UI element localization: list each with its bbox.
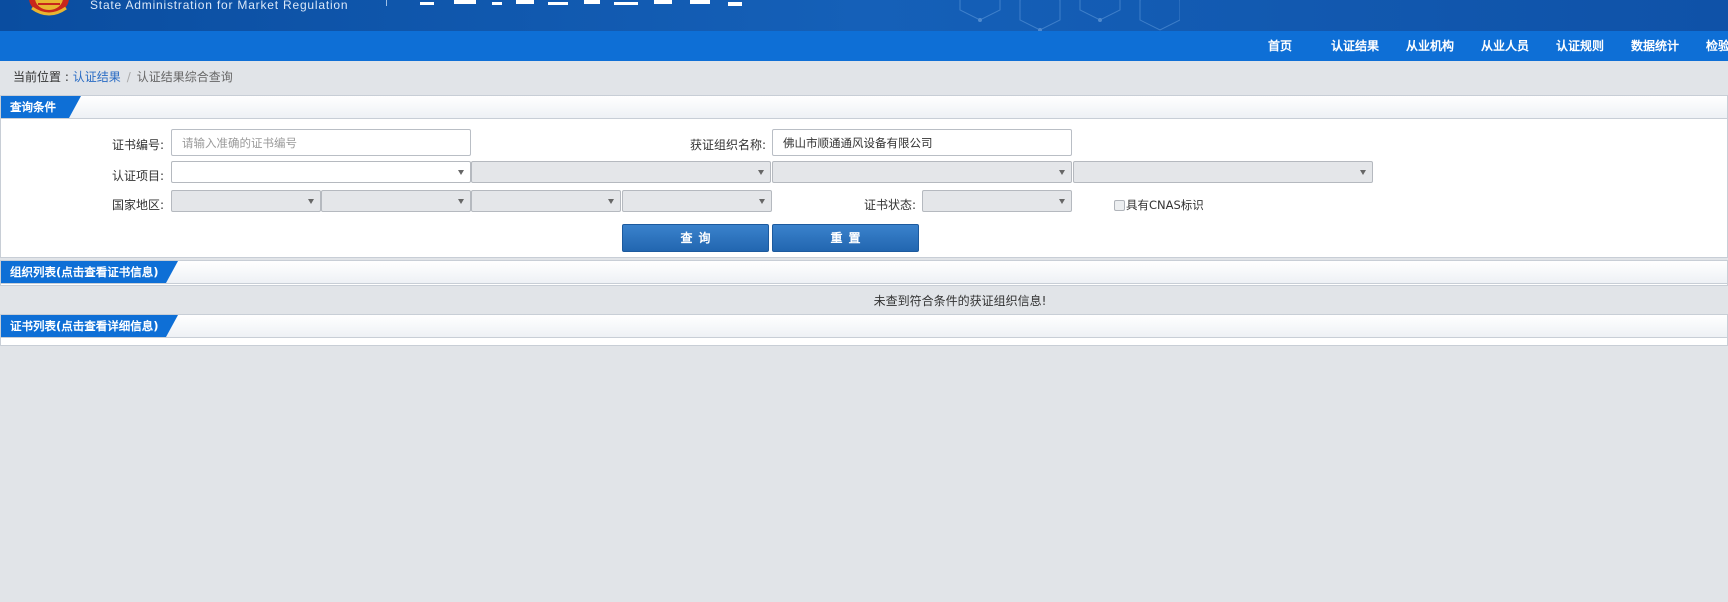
nav-item-personnel[interactable]: 从业人员 — [1481, 31, 1529, 61]
breadcrumb-link-cert-results[interactable]: 认证结果 — [73, 70, 121, 84]
org-name-input[interactable] — [772, 129, 1072, 156]
cert-no-label: 证书编号: — [112, 138, 165, 152]
agency-name-en: State Administration for Market Regulati… — [90, 0, 349, 12]
nav-item-home[interactable]: 首页 — [1268, 31, 1292, 61]
status-label: 证书状态: — [864, 198, 917, 212]
cert-list-panel-title: 证书列表(点击查看详细信息) — [1, 315, 178, 337]
breadcrumb-prefix: 当前位置 : — [13, 70, 73, 84]
cert-list-panel: 证书列表(点击查看详细信息) — [0, 314, 1728, 346]
project-select-2[interactable] — [471, 161, 771, 183]
chevron-down-icon — [758, 170, 764, 175]
cnas-checkbox-wrap[interactable]: 具有CNAS标识 — [1114, 197, 1204, 213]
chevron-down-icon — [458, 199, 464, 204]
breadcrumb: 当前位置 : 认证结果 / 认证结果综合查询 — [13, 68, 233, 85]
header-banner: State Administration for Market Regulati… — [0, 0, 1728, 31]
region-select-country[interactable] — [171, 190, 321, 212]
main-nav: 首页 认证结果 从业机构 从业人员 认证规则 数据统计 检验 — [0, 31, 1728, 61]
nav-item-cert-results[interactable]: 认证结果 — [1331, 31, 1379, 61]
project-select-3[interactable] — [772, 161, 1072, 183]
query-panel-header: 查询条件 — [1, 96, 1727, 119]
org-list-empty-message: 未查到符合条件的获证组织信息! — [873, 294, 1047, 308]
site-title-graphic — [420, 0, 742, 6]
chevron-down-icon — [759, 199, 765, 204]
banner-divider — [386, 0, 387, 6]
cert-list-panel-header: 证书列表(点击查看详细信息) — [1, 315, 1727, 338]
org-name-label: 获证组织名称: — [690, 138, 767, 152]
project-select-4[interactable] — [1073, 161, 1373, 183]
chevron-down-icon — [1059, 170, 1065, 175]
chevron-down-icon — [1360, 170, 1366, 175]
region-select-district[interactable] — [622, 190, 772, 212]
region-select-city[interactable] — [471, 190, 621, 212]
nav-item-institutions[interactable]: 从业机构 — [1406, 31, 1454, 61]
chevron-down-icon — [608, 199, 614, 204]
reset-button[interactable]: 重置 — [772, 224, 919, 252]
region-label: 国家地区: — [112, 198, 165, 212]
chevron-down-icon — [308, 199, 314, 204]
status-select[interactable] — [922, 190, 1072, 212]
nav-item-statistics[interactable]: 数据统计 — [1631, 31, 1679, 61]
chevron-down-icon — [1059, 199, 1065, 204]
national-emblem-icon — [29, 0, 69, 16]
nav-item-inspection[interactable]: 检验 — [1706, 31, 1728, 61]
search-button[interactable]: 查询 — [622, 224, 769, 252]
breadcrumb-separator: / — [126, 70, 131, 84]
org-list-panel-header: 组织列表(点击查看证书信息) — [1, 261, 1727, 284]
org-list-panel-title: 组织列表(点击查看证书信息) — [1, 261, 178, 283]
chevron-down-icon — [458, 170, 464, 175]
project-select-1[interactable] — [171, 161, 471, 183]
cnas-checkbox-label: 具有CNAS标识 — [1126, 198, 1204, 212]
project-label: 认证项目: — [112, 169, 165, 183]
nav-item-rules[interactable]: 认证规则 — [1556, 31, 1604, 61]
query-panel-title: 查询条件 — [1, 96, 81, 118]
region-select-province[interactable] — [321, 190, 471, 212]
breadcrumb-current: 认证结果综合查询 — [136, 70, 233, 84]
hexagon-pattern-decoration — [959, 0, 1180, 31]
cnas-checkbox[interactable] — [1114, 199, 1125, 211]
cert-no-input[interactable] — [171, 129, 471, 156]
org-list-panel: 组织列表(点击查看证书信息) — [0, 260, 1728, 286]
